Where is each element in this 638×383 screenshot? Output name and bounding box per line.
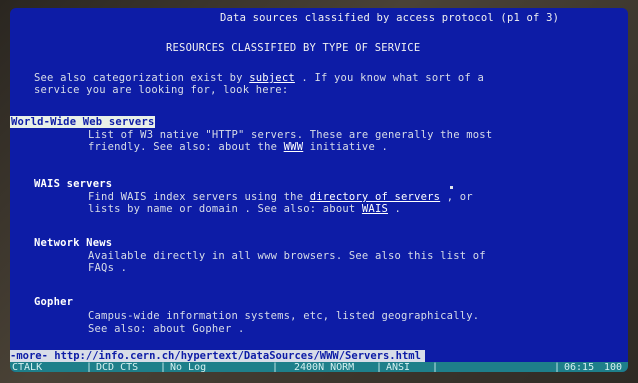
about-wais-link[interactable]: WAIS: [362, 203, 388, 215]
directory-of-servers-link[interactable]: directory of servers: [310, 191, 440, 203]
subject-link[interactable]: subject: [249, 72, 295, 84]
status-level: 100: [604, 362, 623, 372]
wais-desc-text-b: , or: [440, 191, 473, 203]
news-desc-line-1: Available directly in all www browsers. …: [88, 250, 486, 262]
page-heading: RESOURCES CLASSIFIED BY TYPE OF SERVICE: [166, 42, 421, 54]
status-separator: |: [160, 362, 167, 372]
www-servers-link[interactable]: World-Wide Web servers: [10, 116, 156, 128]
more-prompt-bar: -more- http://info.cern.ch/hypertext/Dat…: [10, 350, 425, 362]
wais-desc-text-c: lists by name or domain . See also: abou…: [88, 203, 362, 215]
gopher-desc-line-2: See also: about Gopher .: [88, 323, 245, 335]
status-separator: |: [86, 362, 93, 372]
www-servers-title[interactable]: World-Wide Web servers: [10, 116, 156, 128]
intro-line-1: See also categorization exist by subject…: [34, 72, 484, 84]
status-separator: |: [554, 362, 561, 372]
terminal-status-bar: CTALK | DCD CTS | No Log | 2400N NORM | …: [10, 362, 628, 372]
status-baud: 2400N NORM: [294, 362, 355, 372]
wais-desc-line-1: Find WAIS index servers using the direct…: [88, 191, 473, 203]
gopher-link[interactable]: Gopher: [34, 296, 73, 308]
wais-desc-text-a: Find WAIS index servers using the: [88, 191, 310, 203]
status-emulation: ANSI: [386, 362, 411, 372]
intro-text-a: See also categorization exist by: [34, 72, 250, 84]
intro-text-b: . If you know what sort of a: [294, 72, 484, 84]
text-cursor: [450, 186, 453, 189]
page-title: Data sources classified by access protoc…: [220, 12, 560, 24]
www-initiative-link[interactable]: WWW: [284, 141, 304, 153]
news-desc-line-2[interactable]: FAQs .: [88, 262, 127, 274]
www-desc-line-1: List of W3 native "HTTP" servers. These …: [88, 129, 493, 141]
wais-servers-link[interactable]: WAIS servers: [34, 178, 112, 190]
status-separator: |: [432, 362, 439, 372]
wais-desc-line-2: lists by name or domain . See also: abou…: [88, 203, 401, 215]
gopher-desc-line-1: Campus-wide information systems, etc, li…: [88, 310, 480, 322]
www-desc-text-a: friendly. See also: about the: [88, 141, 284, 153]
terminal-screen: Data sources classified by access protoc…: [10, 8, 628, 372]
more-indicator[interactable]: -more-: [10, 350, 48, 362]
status-ctalk: CTALK: [12, 362, 43, 372]
status-clock: 06:15: [564, 362, 595, 372]
status-separator: |: [376, 362, 383, 372]
status-separator: |: [272, 362, 279, 372]
status-dcd-cts: DCD CTS: [96, 362, 139, 372]
www-desc-line-2: friendly. See also: about the WWW initia…: [88, 141, 388, 153]
status-log: No Log: [170, 362, 207, 372]
www-desc-text-b: initiative .: [303, 141, 389, 153]
network-news-link[interactable]: Network News: [34, 237, 112, 249]
wais-desc-text-d: .: [388, 203, 402, 215]
intro-line-2: service you are looking for, look here:: [34, 84, 289, 96]
current-url: http://info.cern.ch/hypertext/DataSource…: [47, 350, 421, 362]
